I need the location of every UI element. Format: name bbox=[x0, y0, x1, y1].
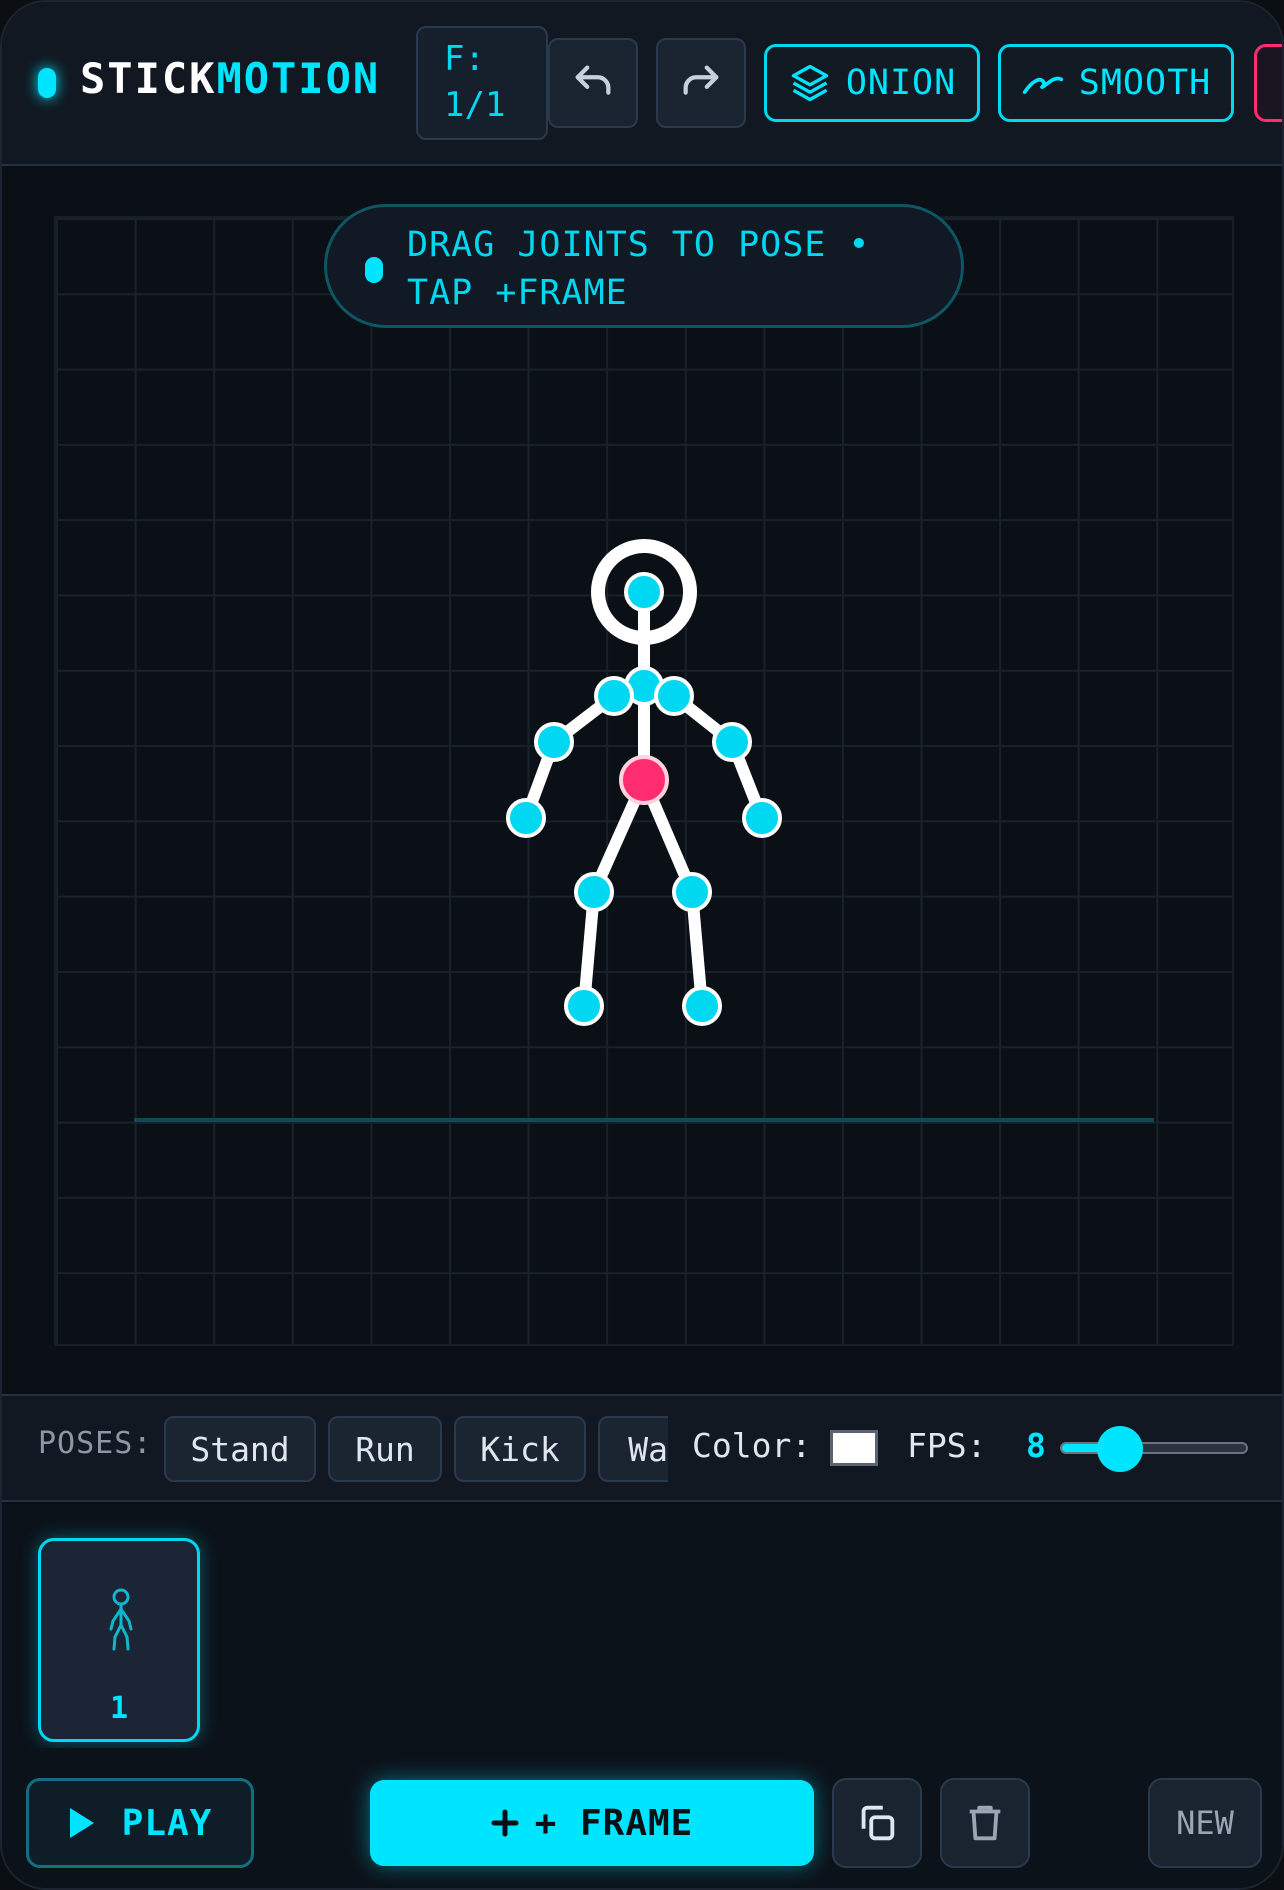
fps-label: FPS: bbox=[907, 1426, 987, 1465]
delete-frame-button[interactable] bbox=[940, 1778, 1030, 1868]
fps-slider-thumb[interactable] bbox=[1097, 1426, 1144, 1472]
right-shoulder-joint[interactable] bbox=[654, 676, 694, 716]
pose-run-button[interactable]: Run bbox=[328, 1416, 442, 1482]
layers-icon bbox=[791, 64, 828, 102]
new-project-button[interactable]: NEW bbox=[1148, 1778, 1262, 1868]
play-icon bbox=[69, 1808, 94, 1838]
pose-list: Stand Run Kick Wave bbox=[162, 1416, 668, 1486]
logo-motion: MOTION bbox=[216, 54, 381, 103]
add-frame-button[interactable]: + FRAME bbox=[370, 1780, 814, 1866]
logo-stick: STICK bbox=[80, 54, 217, 103]
smooth-label: SMOOTH bbox=[1078, 63, 1212, 103]
poses-label: POSES: bbox=[38, 1426, 153, 1461]
onion-label: ONION bbox=[845, 63, 957, 103]
fps-slider[interactable] bbox=[1060, 1442, 1248, 1454]
left-knee-joint[interactable] bbox=[574, 872, 614, 912]
smooth-curve-icon bbox=[1022, 76, 1063, 94]
frame-indicator: F: 1/1 bbox=[416, 26, 548, 140]
redo-button[interactable] bbox=[656, 38, 746, 128]
head-joint[interactable] bbox=[624, 572, 664, 612]
copy-icon bbox=[861, 1805, 895, 1841]
trash-icon bbox=[969, 1805, 1001, 1841]
right-elbow-joint[interactable] bbox=[712, 722, 752, 762]
play-label: PLAY bbox=[121, 1802, 213, 1844]
bottom-controls: PLAY + FRAME NEW bbox=[2, 1748, 1282, 1888]
right-knee-joint[interactable] bbox=[672, 872, 712, 912]
left-hand-joint[interactable] bbox=[506, 798, 546, 838]
stick-figure bbox=[506, 539, 782, 1026]
smooth-toggle[interactable]: SMOOTH bbox=[998, 44, 1234, 122]
redo-icon bbox=[683, 65, 719, 95]
onion-skin-toggle[interactable]: ONION bbox=[764, 44, 980, 122]
animation-canvas[interactable]: DRAG JOINTS TO POSE • TAP +FRAME bbox=[2, 168, 1282, 1394]
frame-number: 1 bbox=[109, 1691, 129, 1726]
undo-icon bbox=[575, 65, 611, 95]
clear-button[interactable] bbox=[1254, 44, 1282, 122]
left-shoulder-joint[interactable] bbox=[594, 676, 634, 716]
duplicate-frame-button[interactable] bbox=[832, 1778, 922, 1868]
plus-icon bbox=[491, 1809, 519, 1837]
pose-wave-button[interactable]: Wave bbox=[598, 1416, 668, 1482]
top-toolbar: STICKMOTION F: 1/1 ONION SMOOTH bbox=[2, 2, 1282, 166]
status-dot bbox=[38, 68, 56, 98]
left-foot-joint[interactable] bbox=[564, 986, 604, 1026]
pose-stand-button[interactable]: Stand bbox=[164, 1416, 316, 1482]
pose-kick-button[interactable]: Kick bbox=[454, 1416, 586, 1482]
right-hand-joint[interactable] bbox=[742, 798, 782, 838]
frame-thumbnail[interactable]: 1 bbox=[38, 1538, 200, 1742]
app-logo: STICKMOTION bbox=[80, 54, 380, 103]
color-label: Color: bbox=[692, 1426, 812, 1465]
hint-text: DRAG JOINTS TO POSE • TAP +FRAME bbox=[407, 225, 871, 313]
right-foot-joint[interactable] bbox=[682, 986, 722, 1026]
add-frame-label: + FRAME bbox=[534, 1802, 694, 1844]
hint-pill: DRAG JOINTS TO POSE • TAP +FRAME bbox=[324, 204, 964, 328]
play-button[interactable]: PLAY bbox=[26, 1778, 254, 1868]
left-elbow-joint[interactable] bbox=[534, 722, 574, 762]
app-window: STICKMOTION F: 1/1 ONION SMOOTH DRAG JOI… bbox=[0, 0, 1284, 1890]
undo-button[interactable] bbox=[548, 38, 638, 128]
hip-root-joint[interactable] bbox=[619, 755, 669, 805]
hint-dot bbox=[365, 257, 383, 283]
fps-value: 8 bbox=[1026, 1426, 1046, 1465]
poses-bar: POSES: Stand Run Kick Wave Color: FPS: 8 bbox=[2, 1394, 1282, 1502]
color-picker[interactable] bbox=[830, 1430, 878, 1466]
frame-timeline: 1 bbox=[2, 1504, 1282, 1748]
